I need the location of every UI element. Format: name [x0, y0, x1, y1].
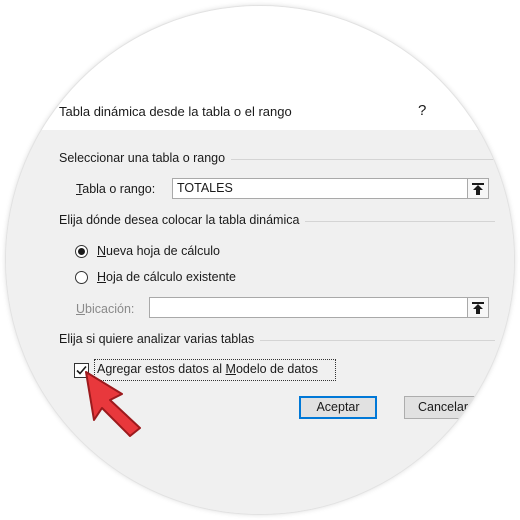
radio-selected-dot [78, 248, 85, 255]
location-label-text: bicación: [85, 302, 135, 316]
new-sheet-text: ueva hoja de cálculo [106, 244, 221, 258]
dialog-titlebar: Tabla dinámica desde la tabla o el rango… [6, 6, 514, 130]
range-collapse-icon [472, 301, 484, 314]
screenshot-stage: Tabla dinámica desde la tabla o el rango… [0, 0, 520, 520]
help-button[interactable]: ? [418, 102, 426, 119]
group-label-select-table: Seleccionar una tabla o rango [59, 151, 232, 165]
dialog-title: Tabla dinámica desde la tabla o el rango [59, 104, 292, 119]
location-label: Ubicación: [76, 302, 134, 316]
location-input[interactable] [149, 297, 468, 318]
existing-sheet-mnemonic: H [97, 270, 107, 284]
existing-sheet-text: oja de cálculo existente [106, 270, 236, 284]
range-label-text: abla o rango: [82, 182, 156, 196]
range-label: Tabla o rango: [76, 182, 155, 196]
red-pointer-arrow-icon [85, 371, 141, 437]
data-model-mnemonic: M [225, 362, 236, 376]
group-label-multiple-tables: Elija si quiere analizar varias tablas [59, 332, 261, 346]
range-collapse-button[interactable] [467, 178, 489, 199]
data-model-text-after: odelo de datos [235, 362, 318, 376]
new-sheet-mnemonic: N [97, 244, 107, 258]
radio-new-sheet-label[interactable]: Nueva hoja de cálculo [97, 244, 220, 258]
radio-new-sheet[interactable] [75, 245, 88, 258]
radio-existing-sheet-label[interactable]: Hoja de cálculo existente [97, 270, 236, 284]
circular-crop: Tabla dinámica desde la tabla o el rango… [6, 6, 514, 514]
range-collapse-icon [472, 182, 484, 195]
range-input[interactable]: TOTALES [172, 178, 468, 199]
cancel-button[interactable]: Cancelar [404, 396, 482, 419]
group-label-placement: Elija dónde desea colocar la tabla dinám… [59, 213, 306, 227]
radio-existing-sheet[interactable] [75, 271, 88, 284]
location-collapse-button[interactable] [467, 297, 489, 318]
dialog-body: Seleccionar una tabla o rango Tabla o ra… [6, 130, 514, 514]
accept-button[interactable]: Aceptar [299, 396, 377, 419]
location-label-mnemonic: U [76, 302, 86, 316]
